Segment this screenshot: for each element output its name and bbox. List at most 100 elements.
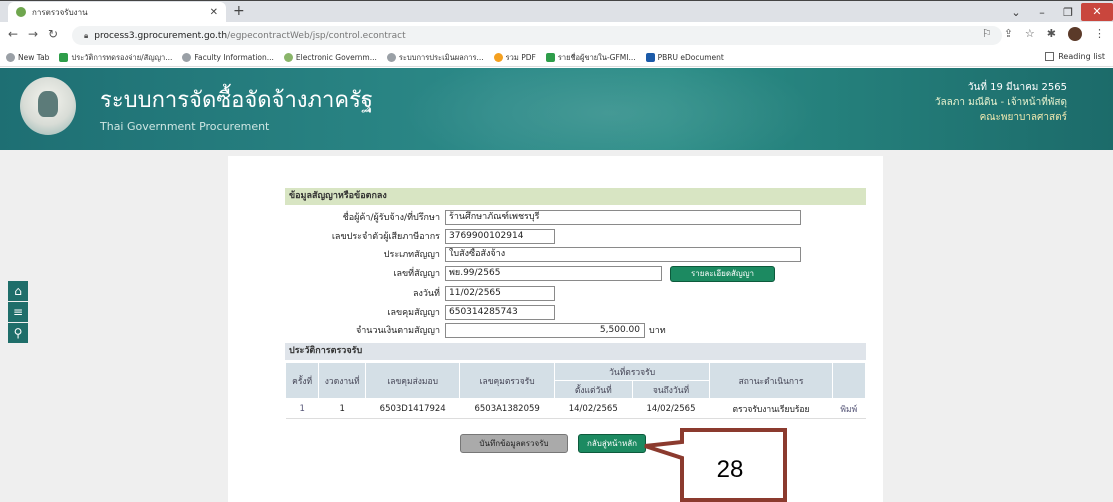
bookmark-icon: [493, 53, 503, 62]
address-bar: ← → ↻ 🔒︎ process3.gprocurement.go.th/egp…: [0, 22, 1113, 49]
contract-section-title: ข้อมูลสัญญาหรือข้อตกลง: [285, 188, 866, 205]
bookmark-label: PBRU eDocument: [657, 53, 724, 62]
row-period: 1: [318, 398, 366, 419]
close-tab-icon[interactable]: ✕: [210, 7, 218, 18]
col-to-date: จนถึงวันที่: [631, 380, 711, 399]
inspection-history-table: ครั้งที่ งวดงานที่ เลขคุมส่งมอบ เลขคุมตร…: [284, 362, 867, 419]
site-title: ระบบการจัดซื้อจัดจ้างภาครัฐ: [100, 88, 374, 113]
table-header-row: ครั้งที่ งวดงานที่ เลขคุมส่งมอบ เลขคุมตร…: [284, 362, 867, 399]
chevron-down-icon[interactable]: ⌄: [1003, 6, 1029, 19]
bookmark-item[interactable]: New Tab: [6, 53, 49, 62]
bookmark-icon: [545, 53, 555, 62]
bookmark-label: Faculty Information...: [194, 53, 274, 62]
callout-number: 28: [716, 456, 744, 483]
bookmark-icon: [645, 53, 655, 62]
url-field[interactable]: 🔒︎ process3.gprocurement.go.th/egpecontr…: [72, 26, 1002, 45]
table-row: 1 1 6503D1417924 6503A1382059 14/02/2565…: [285, 398, 866, 419]
user-name-role: วัลลภา มณีดิน - เจ้าหน้าที่พัสดุ: [934, 97, 1067, 108]
share-icon[interactable]: ⇪: [1004, 27, 1013, 41]
window-controls: ⌄ – ❐ ✕: [1003, 2, 1113, 22]
col-from-date: ตั้งแต่วันที่: [553, 380, 633, 399]
col-period: งวดงานที่: [318, 362, 366, 399]
close-window-icon[interactable]: ✕: [1081, 3, 1113, 21]
row-delivery-no: 6503D1417924: [365, 398, 460, 419]
lock-icon[interactable]: 🔒︎: [84, 31, 88, 41]
tab-title: การตรวจรับงาน: [32, 7, 88, 17]
home-icon[interactable]: ⌂: [8, 281, 28, 301]
new-tab-icon[interactable]: +: [233, 3, 245, 19]
contract-type-field[interactable]: ใบสั่งซื้อสั่งจ้าง: [445, 247, 801, 262]
forward-arrow-icon[interactable]: →: [28, 27, 38, 41]
menu-icon[interactable]: ≡: [8, 302, 28, 322]
print-link[interactable]: พิมพ์: [832, 398, 866, 419]
reading-list-label: Reading list: [1058, 52, 1105, 61]
col-no: ครั้งที่: [284, 362, 320, 399]
translate-icon[interactable]: ⚐: [982, 27, 992, 41]
vendor-name-field[interactable]: ร้านศึกษาภัณฑ์เพชรบุรี: [445, 210, 801, 225]
control-no-row: เลขคุมสัญญา 650314285743: [285, 303, 866, 323]
bookmark-item[interactable]: รวม PDF: [493, 52, 536, 64]
site-favicon-icon: [16, 7, 26, 17]
user-department: คณะพยาบาลศาสตร์: [979, 112, 1067, 123]
extensions-icon[interactable]: ✱: [1047, 27, 1056, 41]
bookmark-label: รวม PDF: [505, 52, 536, 62]
bookmark-item[interactable]: รายชื่อผู้ขายใน-GFMI...: [545, 52, 636, 64]
toolbar-actions: ⚐ ⇪ ☆ ✱ ⋮: [982, 27, 1105, 41]
tax-id-row: เลขประจำตัวผู้เสียภาษีอากร 3769900102914: [285, 227, 866, 247]
contract-amount-label: จำนวนเงินตามสัญญา: [355, 326, 440, 336]
bookmark-label: รายชื่อผู้ขายใน-GFMI...: [557, 52, 636, 62]
control-no-field[interactable]: 650314285743: [445, 305, 555, 320]
bookmark-item[interactable]: PBRU eDocument: [645, 53, 724, 62]
bookmark-label: New Tab: [18, 53, 50, 62]
currency-unit: บาท: [649, 326, 666, 336]
url-host: process3.gprocurement.go.th: [94, 30, 228, 41]
vendor-name-label: ชื่อผู้ค้า/ผู้รับจ้าง/ที่ปรึกษา: [342, 213, 440, 223]
control-no-label: เลขคุมสัญญา: [387, 308, 440, 318]
bookmark-label: ระบบการประเมินผลการ...: [398, 52, 484, 62]
contract-no-field[interactable]: พย.99/2565: [445, 266, 662, 281]
col-inspect-date: วันที่ตรวจรับ: [553, 362, 711, 381]
contract-amount-row: จำนวนเงินตามสัญญา 5,500.00 บาท: [285, 321, 866, 341]
bookmark-icon: [59, 53, 69, 62]
vendor-name-row: ชื่อผู้ค้า/ผู้รับจ้าง/ที่ปรึกษา ร้านศึกษ…: [285, 208, 866, 228]
contract-detail-button[interactable]: รายละเอียดสัญญา: [670, 266, 775, 282]
contract-date-row: ลงวันที่ 11/02/2565: [285, 284, 866, 304]
bookmark-icon: [386, 53, 396, 62]
reading-list-icon: [1045, 52, 1055, 61]
row-status: ตรวจรับงานเรียบร้อย: [709, 398, 833, 419]
row-no-link[interactable]: 1: [285, 398, 319, 419]
contract-date-field[interactable]: 11/02/2565: [445, 286, 555, 301]
bookmark-label: ประวัติการทดรองจ่าย/สัญญา...: [71, 52, 173, 62]
tax-id-label: เลขประจำตัวผู้เสียภาษีอากร: [331, 232, 440, 242]
reading-list-button[interactable]: Reading list: [1045, 52, 1105, 61]
contract-type-row: ประเภทสัญญา ใบสั่งซื้อสั่งจ้าง: [285, 245, 866, 265]
browser-tab[interactable]: การตรวจรับงาน ✕: [8, 2, 226, 22]
garuda-emblem-logo: [20, 77, 76, 135]
col-delivery-no: เลขคุมส่งมอบ: [364, 362, 461, 399]
save-inspection-button[interactable]: บันทึกข้อมูลตรวจรับ: [460, 434, 568, 453]
search-icon[interactable]: ⚲: [8, 323, 28, 343]
tab-strip: การตรวจรับงาน ✕ + ⌄ – ❐ ✕: [0, 1, 1113, 22]
maximize-icon[interactable]: ❐: [1055, 6, 1081, 19]
bookmarks-bar: New Tab ประวัติการทดรองจ่าย/สัญญา... Fac…: [0, 49, 1113, 67]
back-to-main-button[interactable]: กลับสู่หน้าหลัก: [578, 434, 646, 453]
site-header: ระบบการจัดซื้อจัดจ้างภาครัฐ Thai Governm…: [0, 68, 1113, 150]
bookmark-item[interactable]: ประวัติการทดรองจ่าย/สัญญา...: [59, 52, 172, 64]
tax-id-field[interactable]: 3769900102914: [445, 229, 555, 244]
bookmark-item[interactable]: Faculty Information...: [182, 53, 274, 62]
site-subtitle: Thai Government Procurement: [100, 120, 270, 133]
bookmark-item[interactable]: Electronic Governm...: [283, 53, 377, 62]
reload-icon[interactable]: ↻: [48, 27, 58, 41]
contract-amount-field[interactable]: 5,500.00: [445, 323, 645, 338]
header-pattern: [400, 68, 820, 150]
row-inspect-no: 6503A1382059: [459, 398, 555, 419]
back-arrow-icon[interactable]: ←: [8, 27, 18, 41]
bookmark-item[interactable]: ระบบการประเมินผลการ...: [386, 52, 484, 64]
star-icon[interactable]: ☆: [1025, 27, 1035, 41]
bookmark-label: Electronic Governm...: [295, 53, 377, 62]
row-from-date: 14/02/2565: [554, 398, 633, 419]
user-info: วันที่ 19 มีนาคม 2565 วัลลภา มณีดิน - เจ…: [935, 80, 1067, 125]
menu-dots-icon[interactable]: ⋮: [1094, 27, 1105, 41]
minimize-icon[interactable]: –: [1029, 6, 1055, 19]
profile-avatar[interactable]: [1068, 27, 1082, 41]
